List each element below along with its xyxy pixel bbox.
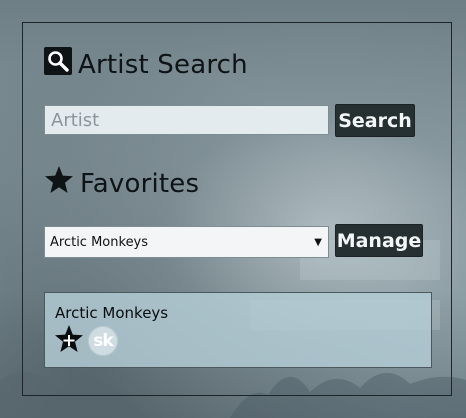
favorites-title: Favorites xyxy=(80,168,200,199)
artist-search-title: Artist Search xyxy=(78,49,248,80)
favorites-heading: Favorites xyxy=(44,165,199,202)
artist-result-card: Arctic Monkeys sk xyxy=(44,292,432,368)
search-icon xyxy=(44,47,72,82)
artist-search-heading: Artist Search xyxy=(44,47,248,82)
manage-button[interactable]: Manage xyxy=(335,224,423,257)
star-icon xyxy=(44,165,74,202)
add-favorite-star-icon[interactable] xyxy=(54,324,84,358)
result-artist-name: Arctic Monkeys xyxy=(55,304,169,322)
favorites-selected-value: Arctic Monkeys xyxy=(50,234,149,250)
chevron-down-icon: ▼ xyxy=(314,236,322,248)
artist-search-input[interactable] xyxy=(44,105,329,135)
search-button[interactable]: Search xyxy=(335,104,415,137)
favorites-select[interactable]: Arctic Monkeys ▼ xyxy=(44,226,329,258)
songkick-logo-icon[interactable]: sk xyxy=(88,326,118,356)
result-actions: sk xyxy=(54,324,118,358)
artist-search-panel: Artist Search Search Favorites Arctic Mo… xyxy=(22,22,452,396)
